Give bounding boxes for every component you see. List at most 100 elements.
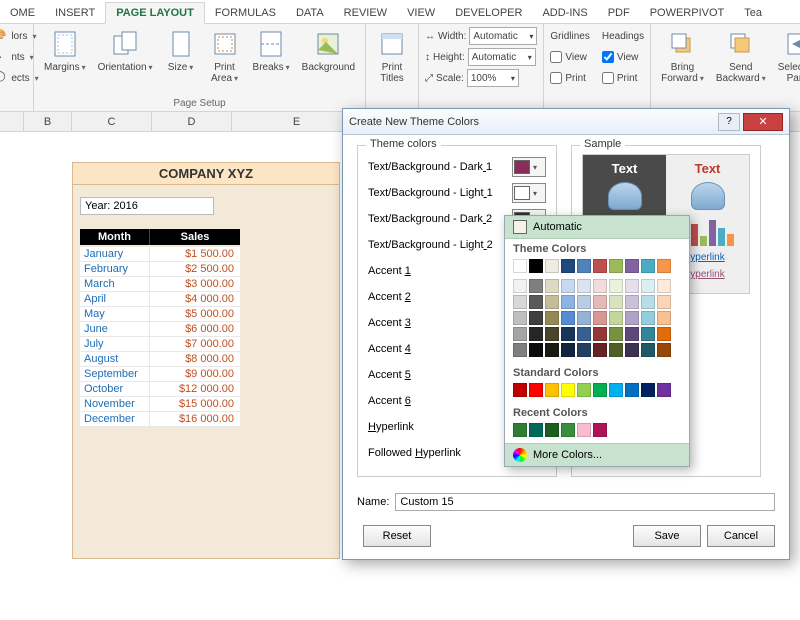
color-swatch[interactable] (625, 259, 639, 273)
table-row[interactable]: July$7 000.00 (80, 337, 240, 352)
color-swatch[interactable] (641, 311, 655, 325)
gridlines-view-check[interactable]: View (550, 47, 589, 67)
color-swatch[interactable] (577, 259, 591, 273)
color-swatch[interactable] (513, 383, 527, 397)
tab-review[interactable]: REVIEW (334, 3, 397, 23)
color-swatch[interactable] (593, 327, 607, 341)
table-row[interactable]: January$1 500.00 (80, 247, 240, 262)
color-swatch[interactable] (513, 343, 527, 357)
color-swatch[interactable] (657, 295, 671, 309)
send-backward-button[interactable]: Send Backward (712, 26, 770, 86)
color-swatch[interactable] (593, 423, 607, 437)
color-swatch[interactable] (577, 383, 591, 397)
tab-insert[interactable]: INSERT (45, 3, 105, 23)
table-row[interactable]: June$6 000.00 (80, 322, 240, 337)
color-swatch[interactable] (545, 343, 559, 357)
color-swatch[interactable] (577, 423, 591, 437)
width-combo[interactable]: Automatic (469, 27, 537, 45)
color-swatch[interactable] (641, 343, 655, 357)
color-swatch[interactable] (593, 383, 607, 397)
column-header-B[interactable]: B (24, 112, 72, 131)
tab-view[interactable]: VIEW (397, 3, 445, 23)
name-input[interactable] (395, 493, 775, 511)
selection-pane-button[interactable]: Selection Pane (774, 26, 800, 86)
color-swatch[interactable] (561, 295, 575, 309)
save-button[interactable]: Save (633, 525, 701, 547)
gridlines-print-check[interactable]: Print (550, 68, 589, 88)
tab-page-layout[interactable]: PAGE LAYOUT (105, 2, 205, 24)
tab-data[interactable]: DATA (286, 3, 334, 23)
color-swatch[interactable] (529, 383, 543, 397)
color-swatch[interactable] (641, 327, 655, 341)
tab-pdf[interactable]: PDF (598, 3, 640, 23)
automatic-color-option[interactable]: Automatic (505, 216, 689, 239)
color-swatch[interactable] (529, 279, 543, 293)
column-header-C[interactable]: C (72, 112, 152, 131)
column-header-D[interactable]: D (152, 112, 232, 131)
color-swatch[interactable] (513, 327, 527, 341)
color-swatch[interactable] (513, 295, 527, 309)
table-row[interactable]: November$15 000.00 (80, 397, 240, 412)
color-swatch[interactable] (657, 327, 671, 341)
table-row[interactable]: September$9 000.00 (80, 367, 240, 382)
color-swatch[interactable] (513, 259, 527, 273)
margins-button[interactable]: Margins (40, 26, 90, 75)
color-swatch[interactable] (545, 259, 559, 273)
table-row[interactable]: October$12 000.00 (80, 382, 240, 397)
color-swatch[interactable] (561, 383, 575, 397)
table-row[interactable]: February$2 500.00 (80, 262, 240, 277)
tab-developer[interactable]: DEVELOPER (445, 3, 532, 23)
color-swatch[interactable] (513, 423, 527, 437)
headings-view-check[interactable]: View (602, 47, 644, 67)
color-swatch[interactable] (657, 259, 671, 273)
color-swatch[interactable] (513, 279, 527, 293)
color-swatch[interactable] (609, 311, 623, 325)
orientation-button[interactable]: Orientation (94, 26, 157, 75)
table-row[interactable]: April$4 000.00 (80, 292, 240, 307)
color-swatch[interactable] (545, 295, 559, 309)
table-row[interactable]: March$3 000.00 (80, 277, 240, 292)
color-swatch[interactable] (657, 311, 671, 325)
color-swatch[interactable] (561, 311, 575, 325)
tab-ome[interactable]: OME (0, 3, 45, 23)
reset-button[interactable]: Reset (363, 525, 431, 547)
color-swatch[interactable] (657, 343, 671, 357)
scale-combo[interactable]: 100% (467, 69, 519, 87)
color-swatch[interactable] (625, 295, 639, 309)
color-swatch-button[interactable] (512, 157, 546, 177)
height-combo[interactable]: Automatic (468, 48, 536, 66)
colors-dropdown[interactable]: 🎨lors (0, 26, 39, 46)
color-swatch[interactable] (657, 279, 671, 293)
close-button[interactable]: ✕ (743, 113, 783, 131)
table-row[interactable]: August$8 000.00 (80, 352, 240, 367)
fonts-dropdown[interactable]: Ants (0, 47, 39, 67)
color-swatch[interactable] (593, 295, 607, 309)
color-swatch[interactable] (641, 279, 655, 293)
color-swatch[interactable] (577, 327, 591, 341)
color-swatch[interactable] (609, 327, 623, 341)
color-swatch[interactable] (625, 311, 639, 325)
year-cell[interactable]: Year: 2016 (80, 197, 214, 215)
color-swatch[interactable] (657, 383, 671, 397)
color-swatch-button[interactable] (512, 183, 546, 203)
color-swatch[interactable] (577, 279, 591, 293)
color-swatch[interactable] (593, 259, 607, 273)
color-swatch[interactable] (577, 295, 591, 309)
table-row[interactable]: May$5 000.00 (80, 307, 240, 322)
color-swatch[interactable] (529, 295, 543, 309)
color-swatch[interactable] (545, 383, 559, 397)
color-swatch[interactable] (577, 311, 591, 325)
color-swatch[interactable] (561, 343, 575, 357)
color-swatch[interactable] (625, 327, 639, 341)
effects-dropdown[interactable]: ◯ects (0, 68, 39, 88)
color-swatch[interactable] (609, 279, 623, 293)
color-swatch[interactable] (545, 327, 559, 341)
color-swatch[interactable] (529, 311, 543, 325)
color-swatch[interactable] (545, 311, 559, 325)
color-swatch[interactable] (545, 279, 559, 293)
breaks-button[interactable]: Breaks (249, 26, 294, 75)
color-swatch[interactable] (609, 295, 623, 309)
tab-add-ins[interactable]: ADD-INS (532, 3, 597, 23)
print-area-button[interactable]: Print Area (205, 26, 245, 86)
color-swatch[interactable] (561, 259, 575, 273)
